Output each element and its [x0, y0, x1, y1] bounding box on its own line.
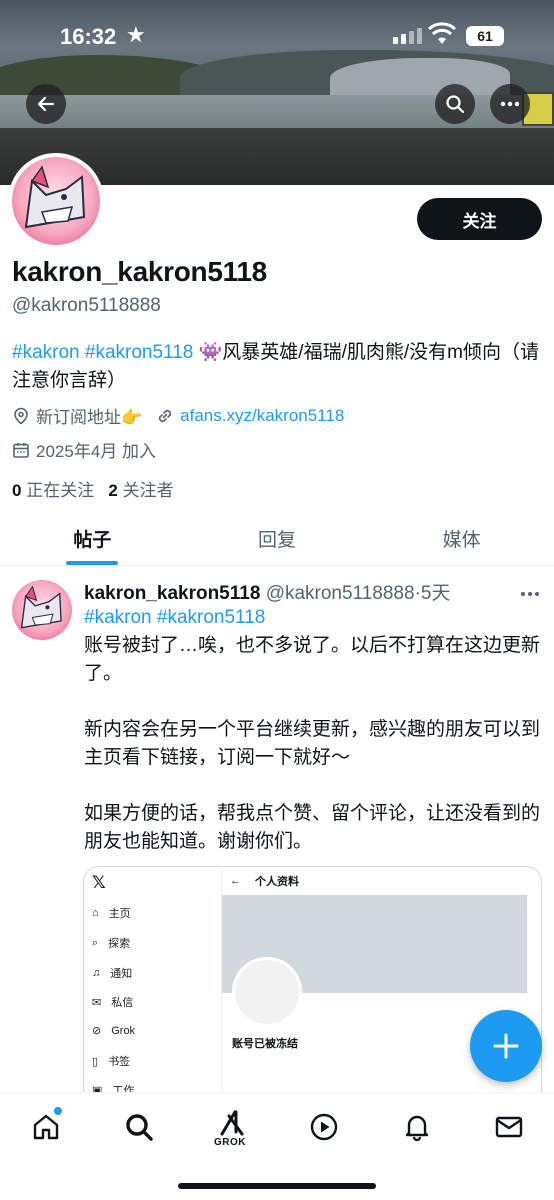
- user-handle: @kakron5118888: [12, 295, 161, 316]
- nav-search[interactable]: [119, 1107, 159, 1147]
- nav-notifications[interactable]: [397, 1107, 437, 1147]
- search-icon: [446, 95, 465, 114]
- grok-icon: [220, 1110, 244, 1136]
- post-time[interactable]: 5天: [421, 583, 451, 604]
- home-icon: ⌂: [92, 907, 99, 919]
- media-nav-item: ▯ 书签: [92, 1055, 131, 1069]
- media-sidebar: 𝕏 ⌂ 主页 ⌕ 探索 ♫ 通知 ✉ 私信 ⊘ Grok ▯ 书签 ▣ 工作: [84, 867, 222, 1105]
- post-paragraph: 新内容会在另一个平台继续更新，感兴趣的朋友可以到主页看下链接，订阅一下就好～: [84, 719, 541, 768]
- post-author-name[interactable]: kakron_kakron5118: [84, 583, 260, 604]
- arrow-left-icon: [37, 96, 55, 112]
- media-nav-item: ⌂ 主页: [92, 907, 131, 920]
- post-body: #kakron #kakron5118 账号被封了…唉，也不多说了。以后不打算在…: [84, 604, 544, 856]
- post-author-avatar[interactable]: [12, 580, 72, 640]
- status-time: 16:32: [60, 24, 117, 49]
- media-nav-item: ♫ 通知: [92, 967, 133, 980]
- x-logo: 𝕏: [92, 873, 106, 892]
- bookmark-icon: ▯: [92, 1055, 99, 1068]
- ellipsis-icon: [521, 592, 539, 596]
- link-icon: [159, 409, 172, 422]
- display-name: kakron_kakron5118: [12, 256, 267, 287]
- home-icon: [33, 1114, 59, 1140]
- wolf-avatar-image: [24, 165, 86, 229]
- post-author-handle[interactable]: @kakron5118888: [266, 583, 415, 604]
- post-header: kakron_kakron5118 @kakron5118888·5天: [84, 578, 450, 605]
- search-icon: ⌕: [92, 936, 99, 949]
- media-nav-item: ⌕ 探索: [92, 936, 131, 951]
- bio-hashtag[interactable]: #kakron5118: [85, 342, 193, 363]
- nav-video[interactable]: [304, 1107, 344, 1147]
- profile-avatar[interactable]: [8, 153, 104, 249]
- wifi-icon: [428, 22, 456, 44]
- media-nav-item: ✉ 私信: [92, 996, 134, 1010]
- website-link[interactable]: afans.xyz/kakron5118: [180, 406, 344, 426]
- joined-row: 2025年4月 加入: [12, 437, 156, 462]
- play-icon: [310, 1113, 338, 1141]
- follow-counts: 0 正在关注 2 关注者: [12, 476, 174, 501]
- tab-media[interactable]: 媒体: [369, 512, 554, 565]
- notification-dot: [54, 1107, 62, 1115]
- grok-label: GROK: [214, 1137, 246, 1148]
- joined-date: 2025年4月 加入: [36, 442, 156, 461]
- more-button[interactable]: [490, 84, 530, 124]
- nav-home[interactable]: [26, 1107, 66, 1147]
- tab-replies[interactable]: 回复: [185, 512, 370, 565]
- home-indicator: [178, 1183, 376, 1189]
- bio-hashtag[interactable]: #kakron: [12, 342, 80, 363]
- status-bar: 16:32 ★ 61: [0, 0, 554, 70]
- wolf-avatar-image: [20, 585, 62, 629]
- plus-icon: [493, 1033, 519, 1059]
- location-pin-icon: [14, 407, 28, 425]
- mail-icon: ✉: [92, 996, 102, 1009]
- bio-emoji: 👾: [198, 342, 223, 363]
- bell-icon: ♫: [92, 967, 101, 979]
- calendar-icon: [13, 442, 29, 458]
- follow-button[interactable]: 关注: [417, 198, 542, 240]
- post-hashtags[interactable]: #kakron #kakron5118: [84, 604, 544, 632]
- bell-icon: [405, 1115, 429, 1142]
- following-link[interactable]: 0 正在关注: [12, 481, 94, 500]
- nav-messages[interactable]: [489, 1107, 529, 1147]
- media-nav-item: ⊘ Grok: [92, 1024, 136, 1038]
- arrow-left-icon: ←: [230, 875, 241, 887]
- battery-indicator: 61: [466, 26, 504, 46]
- followers-link[interactable]: 2 关注者: [108, 481, 173, 500]
- media-avatar: [232, 957, 302, 1027]
- media-frozen-text: 账号已被冻结: [232, 1038, 298, 1050]
- back-button[interactable]: [26, 84, 66, 124]
- location-text: 新订阅地址👉: [36, 408, 143, 427]
- post-paragraph: 账号被封了…唉，也不多说了。以后不打算在这边更新了。: [84, 635, 541, 684]
- profile-meta-row: 新订阅地址👉 afans.xyz/kakron5118: [12, 403, 344, 428]
- mail-icon: [495, 1116, 523, 1138]
- media-topbar: ← 个人资料: [222, 867, 527, 895]
- post-paragraph: 如果方便的话，帮我点个赞、留个评论，让还没看到的朋友也能知道。谢谢你们。: [84, 803, 541, 852]
- star-icon: ★: [126, 22, 146, 47]
- search-icon: [126, 1114, 153, 1141]
- tab-posts[interactable]: 帖子: [0, 512, 185, 565]
- post-more-button[interactable]: [520, 580, 540, 603]
- post-media-image[interactable]: 𝕏 ⌂ 主页 ⌕ 探索 ♫ 通知 ✉ 私信 ⊘ Grok ▯ 书签 ▣ 工作 ← 个人资料 账…: [83, 866, 542, 1106]
- profile-tabs: 帖子 回复 媒体: [0, 512, 554, 566]
- ellipsis-icon: [500, 101, 520, 107]
- compose-button[interactable]: [470, 1010, 542, 1082]
- search-button[interactable]: [435, 84, 475, 124]
- profile-bio: #kakron #kakron5118 👾风暴英雄/福瑞/肌肉熊/没有m倾向（请…: [12, 339, 542, 395]
- media-page-title: 个人资料: [255, 876, 299, 888]
- signal-icon: [393, 28, 422, 44]
- grok-icon: ⊘: [92, 1025, 102, 1037]
